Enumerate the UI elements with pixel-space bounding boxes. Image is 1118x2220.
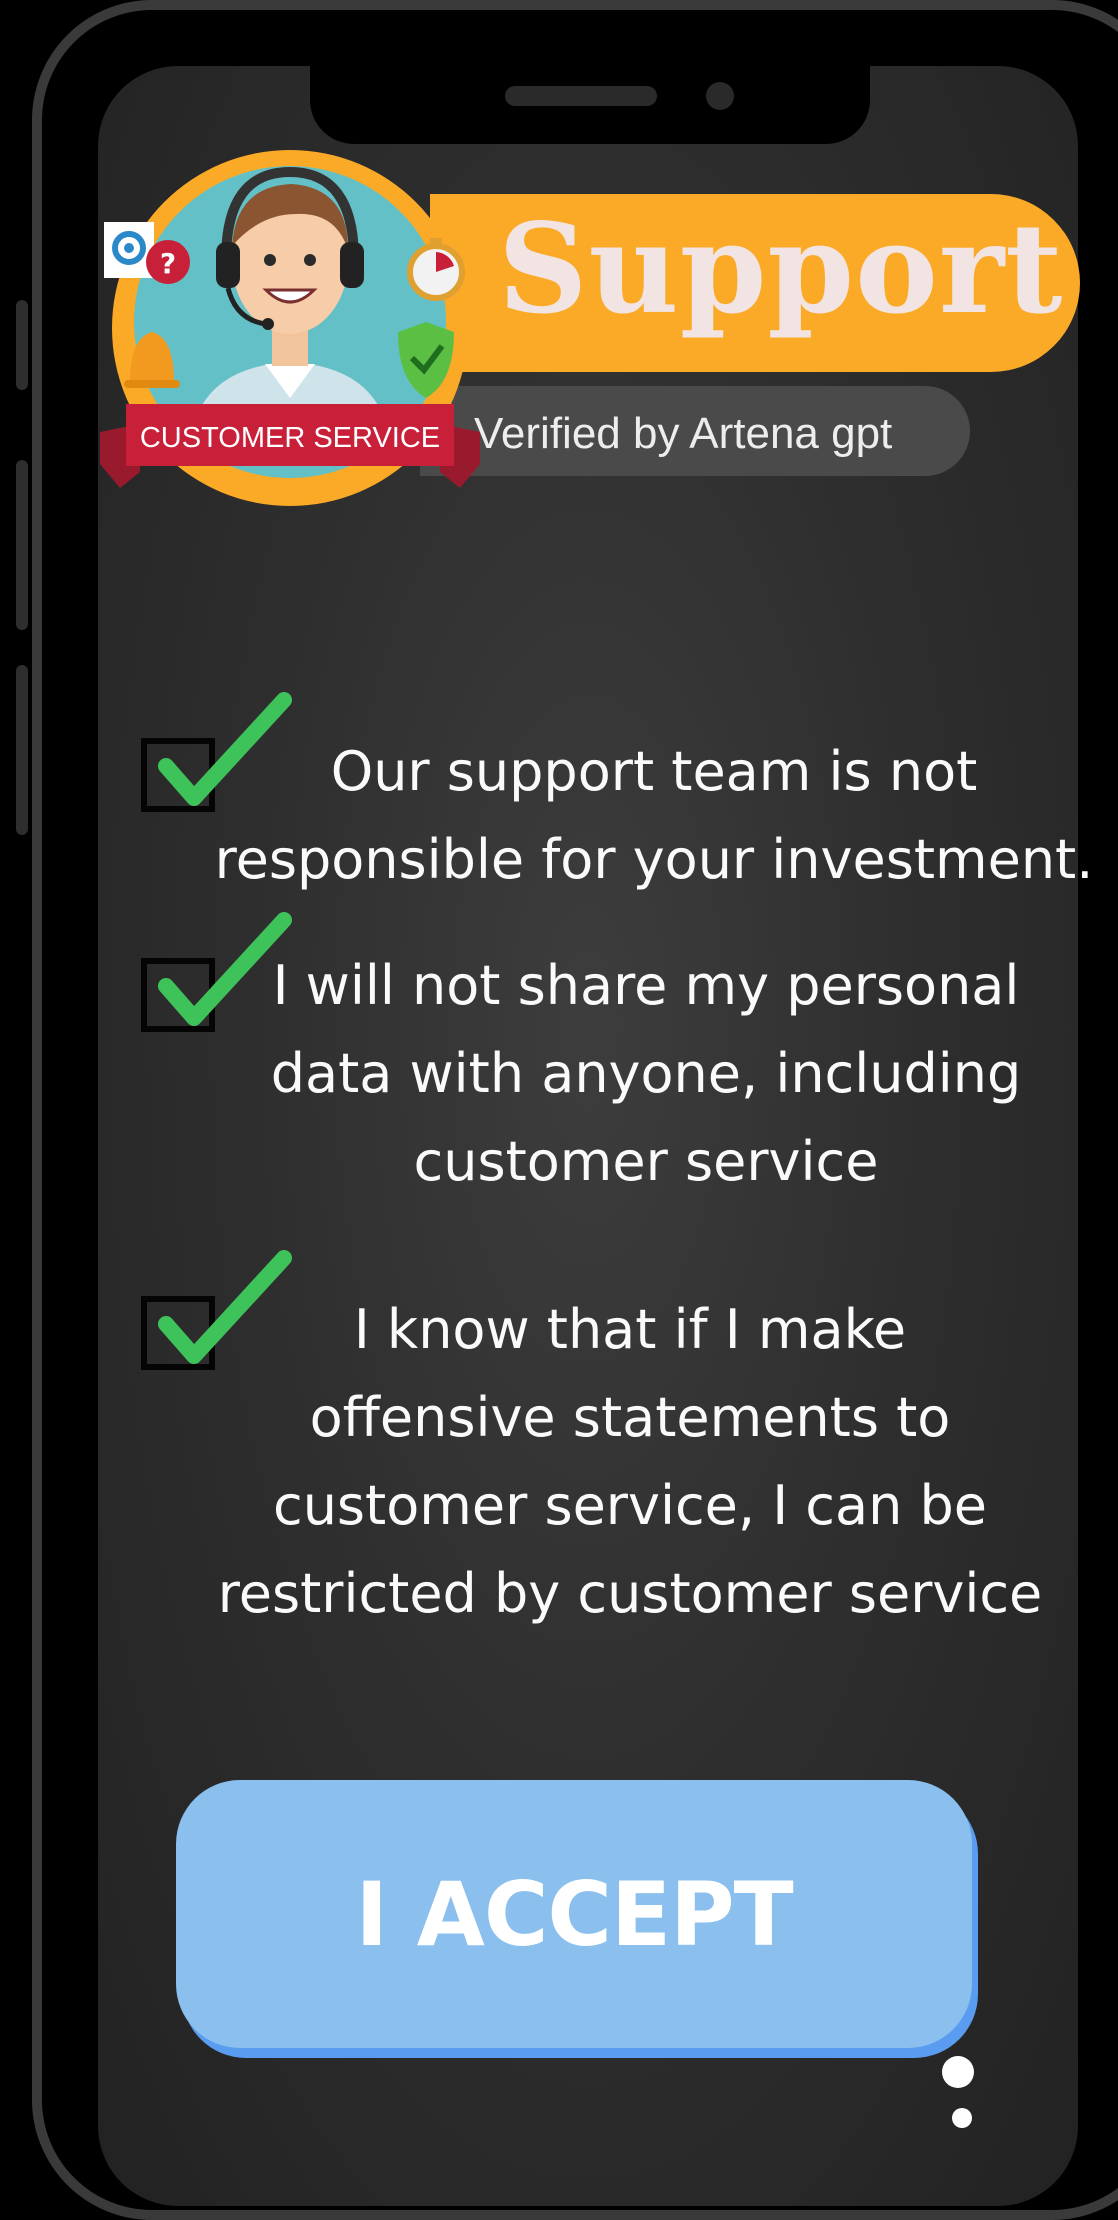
verified-label: Verified by Artena gpt	[474, 409, 893, 458]
side-button	[16, 460, 28, 630]
badge-banner-text: CUSTOMER SERVICE	[140, 422, 440, 454]
accept-button-label: I ACCEPT	[355, 1862, 793, 1966]
decor-dot	[942, 2056, 974, 2088]
gear-icon	[104, 222, 154, 278]
term-text: Our support team is not responsible for …	[214, 740, 1094, 891]
page-title: Support	[498, 197, 1064, 342]
customer-service-badge: ? CUSTOMER SERVICE	[100, 150, 480, 506]
term-text: I know that if I make offensive statemen…	[217, 1298, 1043, 1625]
decor-dot	[952, 2108, 972, 2128]
accept-button[interactable]: I ACCEPT	[176, 1780, 972, 2048]
svg-text:?: ?	[160, 247, 176, 280]
front-camera	[706, 82, 734, 110]
question-icon: ?	[146, 240, 190, 284]
side-button	[16, 300, 28, 390]
side-button	[16, 665, 28, 835]
term-text: I will not share my personal data with a…	[270, 954, 1022, 1193]
speaker	[505, 86, 657, 106]
